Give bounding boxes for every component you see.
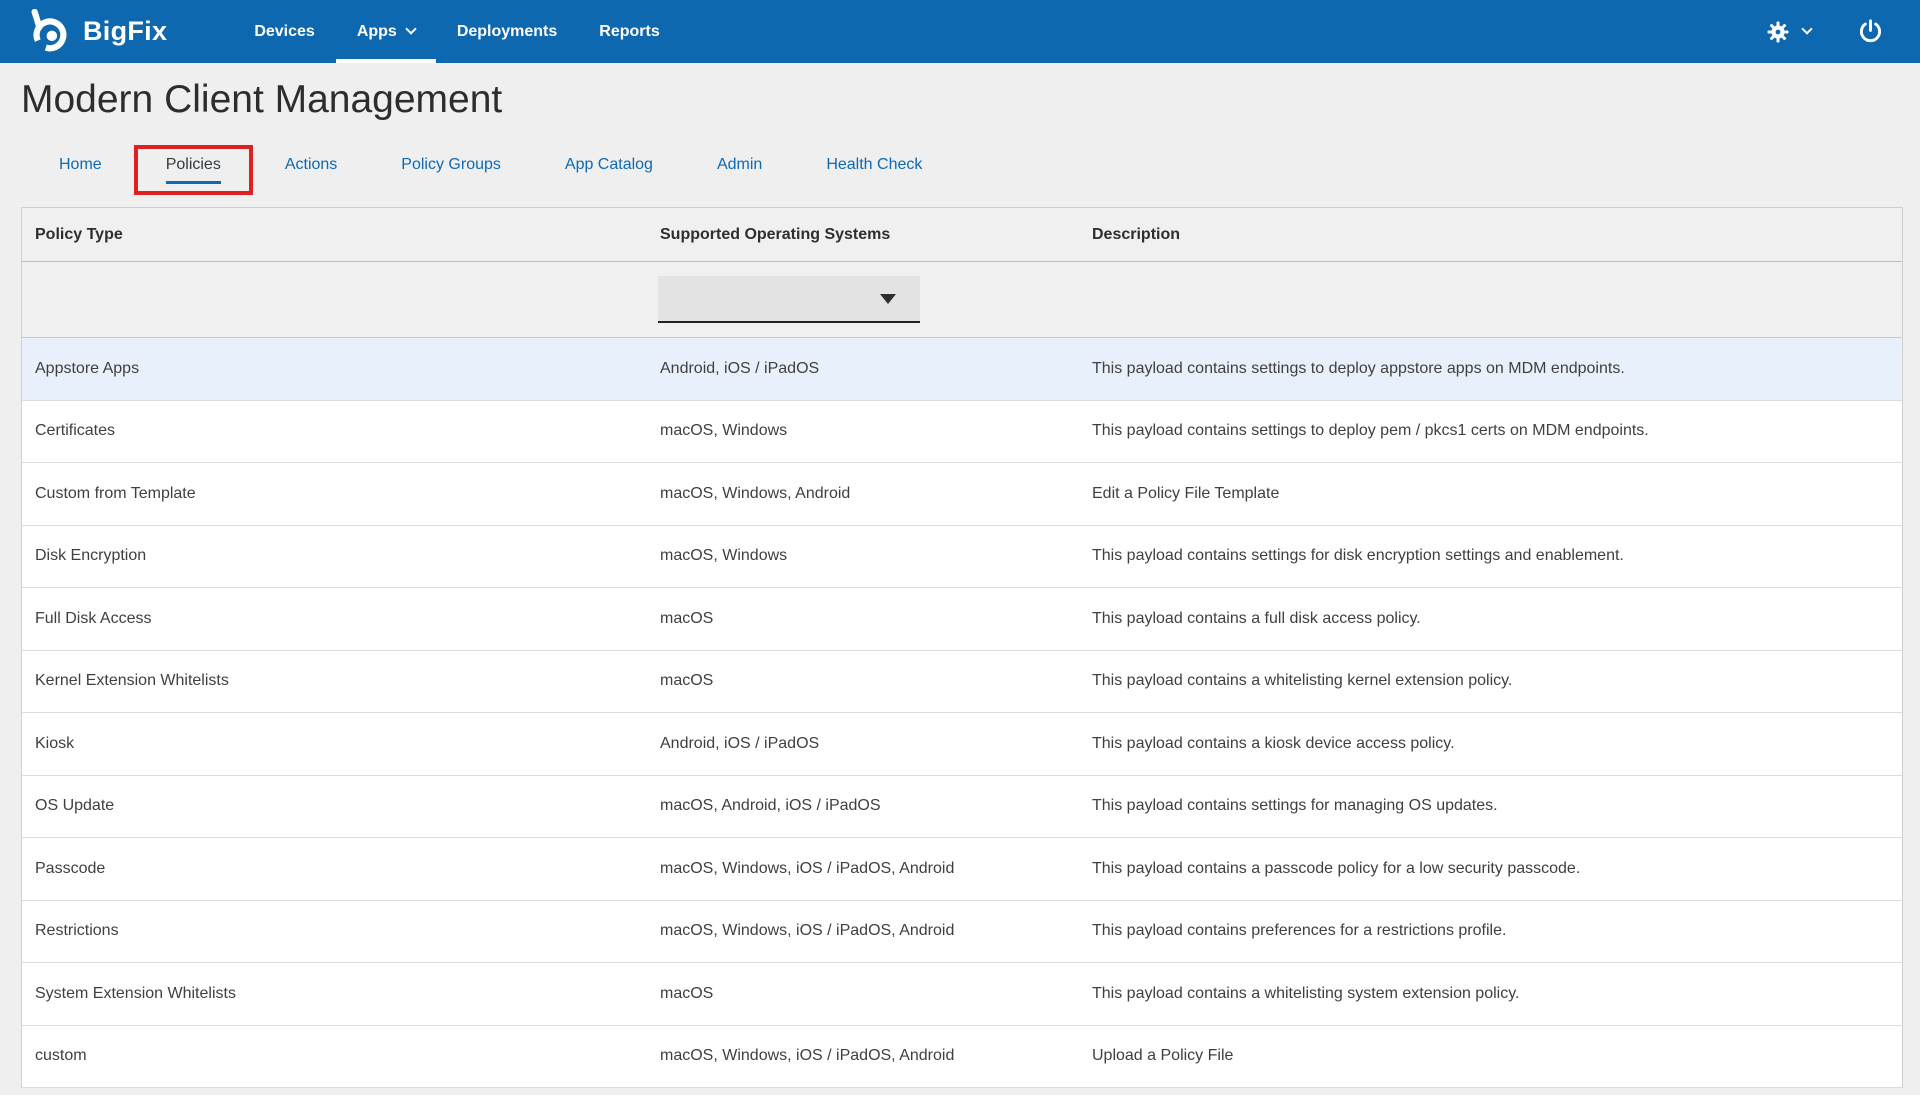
cell-os: macOS, Windows	[647, 526, 1079, 588]
table-row[interactable]: Full Disk AccessmacOSThis payload contai…	[22, 588, 1902, 651]
cell-description: This payload contains a kiosk device acc…	[1079, 713, 1902, 775]
cell-policy-type: Kernel Extension Whitelists	[22, 651, 647, 713]
tab-label: Admin	[717, 156, 762, 184]
brand-name: BigFix	[83, 16, 167, 47]
cell-policy-type: Restrictions	[22, 901, 647, 963]
table-row[interactable]: Disk EncryptionmacOS, WindowsThis payloa…	[22, 526, 1902, 589]
cell-os: macOS, Windows	[647, 401, 1079, 463]
cell-policy-type: Certificates	[22, 401, 647, 463]
cell-description: This payload contains settings for manag…	[1079, 776, 1902, 838]
chevron-down-icon	[405, 23, 416, 34]
tab-health-check[interactable]: Health Check	[794, 145, 954, 195]
nav-item-apps[interactable]: Apps	[336, 0, 436, 63]
cell-description: This payload contains a whitelisting ker…	[1079, 651, 1902, 713]
chevron-down-icon	[1801, 23, 1812, 34]
cell-description: Upload a Policy File	[1079, 1026, 1902, 1088]
top-navigation-bar: BigFix Devices Apps Deployments Reports	[0, 0, 1920, 63]
table-row[interactable]: OS UpdatemacOS, Android, iOS / iPadOSThi…	[22, 776, 1902, 839]
dropdown-arrow-icon	[880, 294, 896, 304]
cell-os: macOS, Windows, iOS / iPadOS, Android	[647, 901, 1079, 963]
tab-policy-groups[interactable]: Policy Groups	[369, 145, 533, 195]
bigfix-logo-icon	[26, 9, 72, 55]
cell-description: This payload contains a whitelisting sys…	[1079, 963, 1902, 1025]
cell-os: macOS	[647, 651, 1079, 713]
policies-table: Policy TypeSupported Operating SystemsDe…	[21, 207, 1903, 1088]
filter-cell-policy-type	[22, 262, 647, 337]
cell-policy-type: Custom from Template	[22, 463, 647, 525]
tab-actions[interactable]: Actions	[253, 145, 369, 195]
table-row[interactable]: RestrictionsmacOS, Windows, iOS / iPadOS…	[22, 901, 1902, 964]
tab-policies[interactable]: Policies	[134, 145, 253, 195]
cell-policy-type: Kiosk	[22, 713, 647, 775]
table-row[interactable]: KioskAndroid, iOS / iPadOSThis payload c…	[22, 713, 1902, 776]
bigfix-logo[interactable]: BigFix	[26, 9, 167, 55]
cell-os: Android, iOS / iPadOS	[647, 338, 1079, 400]
main-content: Modern Client Management Home Policies Act…	[0, 78, 1920, 1088]
tab-label: Home	[59, 156, 102, 184]
nav-item-reports[interactable]: Reports	[578, 0, 680, 63]
nav-item-label: Reports	[599, 23, 659, 41]
tab-home[interactable]: Home	[27, 145, 134, 195]
tab-label: App Catalog	[565, 156, 653, 184]
table-row[interactable]: System Extension WhitelistsmacOSThis pay…	[22, 963, 1902, 1026]
cell-os: macOS, Windows, Android	[647, 463, 1079, 525]
table-row[interactable]: PasscodemacOS, Windows, iOS / iPadOS, An…	[22, 838, 1902, 901]
power-icon	[1857, 18, 1884, 45]
table-row[interactable]: CertificatesmacOS, WindowsThis payload c…	[22, 401, 1902, 464]
page-title: Modern Client Management	[21, 78, 1920, 122]
tab-label: Policy Groups	[401, 156, 501, 184]
column-header-0: Policy Type	[22, 208, 647, 261]
cell-description: This payload contains preferences for a …	[1079, 901, 1902, 963]
cell-policy-type: Passcode	[22, 838, 647, 900]
os-filter-dropdown[interactable]	[658, 276, 920, 323]
cell-description: This payload contains a full disk access…	[1079, 588, 1902, 650]
tab-admin[interactable]: Admin	[685, 145, 794, 195]
cell-description: This payload contains settings to deploy…	[1079, 401, 1902, 463]
filter-cell-description	[1079, 262, 1902, 337]
cell-os: macOS, Android, iOS / iPadOS	[647, 776, 1079, 838]
nav-item-devices[interactable]: Devices	[233, 0, 336, 63]
filter-cell-os	[647, 262, 1079, 337]
cell-policy-type: Appstore Apps	[22, 338, 647, 400]
column-header-1: Supported Operating Systems	[647, 208, 1079, 261]
table-header-row: Policy TypeSupported Operating SystemsDe…	[22, 208, 1902, 262]
cell-policy-type: System Extension Whitelists	[22, 963, 647, 1025]
cell-os: macOS, Windows, iOS / iPadOS, Android	[647, 838, 1079, 900]
tab-bar: Home Policies Actions Policy Groups App Cata…	[27, 145, 1920, 195]
tab-label: Actions	[285, 156, 337, 184]
cell-description: This payload contains settings to deploy…	[1079, 338, 1902, 400]
nav-right-actions	[1766, 18, 1884, 45]
main-nav-menu: Devices Apps Deployments Reports	[233, 0, 680, 63]
cell-policy-type: Full Disk Access	[22, 588, 647, 650]
tab-label: Policies	[166, 156, 221, 184]
nav-item-label: Apps	[357, 23, 397, 41]
cell-description: This payload contains a passcode policy …	[1079, 838, 1902, 900]
gear-icon	[1766, 20, 1790, 44]
tab-label: Health Check	[826, 156, 922, 184]
table-row[interactable]: Kernel Extension WhitelistsmacOSThis pay…	[22, 651, 1902, 714]
tab-app-catalog[interactable]: App Catalog	[533, 145, 685, 195]
cell-policy-type: OS Update	[22, 776, 647, 838]
nav-item-label: Devices	[254, 23, 315, 41]
column-header-2: Description	[1079, 208, 1902, 261]
cell-policy-type: custom	[22, 1026, 647, 1088]
logout-button[interactable]	[1857, 18, 1884, 45]
cell-policy-type: Disk Encryption	[22, 526, 647, 588]
nav-item-label: Deployments	[457, 23, 557, 41]
cell-os: macOS, Windows, iOS / iPadOS, Android	[647, 1026, 1079, 1088]
settings-menu[interactable]	[1766, 20, 1811, 44]
cell-os: macOS	[647, 588, 1079, 650]
nav-item-deployments[interactable]: Deployments	[436, 0, 578, 63]
table-row[interactable]: Appstore AppsAndroid, iOS / iPadOSThis p…	[22, 338, 1902, 401]
table-row[interactable]: custommacOS, Windows, iOS / iPadOS, Andr…	[22, 1026, 1902, 1089]
cell-os: macOS	[647, 963, 1079, 1025]
cell-description: This payload contains settings for disk …	[1079, 526, 1902, 588]
table-row[interactable]: Custom from TemplatemacOS, Windows, Andr…	[22, 463, 1902, 526]
cell-os: Android, iOS / iPadOS	[647, 713, 1079, 775]
table-filter-row	[22, 262, 1902, 338]
table-body: Appstore AppsAndroid, iOS / iPadOSThis p…	[22, 338, 1902, 1088]
cell-description: Edit a Policy File Template	[1079, 463, 1902, 525]
